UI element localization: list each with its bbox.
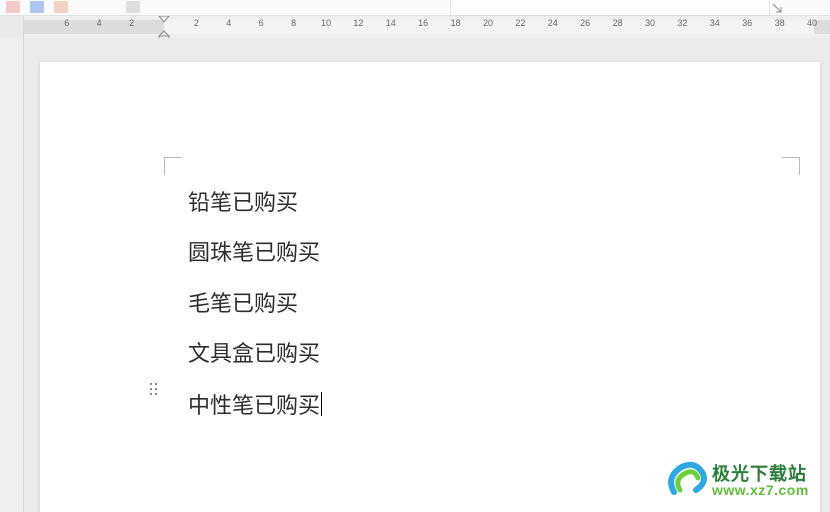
ruler-tick: 24 bbox=[548, 18, 558, 28]
paragraph[interactable]: 铅笔已购买 bbox=[188, 190, 760, 216]
ruler-tick: 4 bbox=[97, 18, 102, 28]
hanging-indent-marker[interactable] bbox=[158, 30, 170, 38]
ruler-tick: 22 bbox=[515, 18, 525, 28]
ruler-tick: 18 bbox=[451, 18, 461, 28]
toolbar-combobox-frame[interactable] bbox=[450, 0, 770, 15]
paragraph[interactable]: 毛笔已购买 bbox=[188, 291, 760, 317]
ruler-tick: 14 bbox=[386, 18, 396, 28]
document-viewport[interactable]: 铅笔已购买圆珠笔已购买毛笔已购买文具盒已购买中性笔已购买 bbox=[24, 38, 830, 512]
ruler-tick: 30 bbox=[645, 18, 655, 28]
ruler-tick: 38 bbox=[775, 18, 785, 28]
ruler-tick: 8 bbox=[291, 18, 296, 28]
ruler-tick: 4 bbox=[226, 18, 231, 28]
ruler-tick: 6 bbox=[259, 18, 264, 28]
document-content[interactable]: 铅笔已购买圆珠笔已购买毛笔已购买文具盒已购买中性笔已购买 bbox=[188, 190, 760, 419]
toolbar-strip bbox=[0, 0, 830, 16]
vertical-ruler[interactable] bbox=[0, 38, 24, 512]
paragraph[interactable]: 中性笔已购买 bbox=[188, 392, 760, 419]
text-cursor bbox=[321, 392, 322, 416]
page[interactable]: 铅笔已购买圆珠笔已购买毛笔已购买文具盒已购买中性笔已购买 bbox=[40, 62, 820, 512]
ruler-tick: 12 bbox=[353, 18, 363, 28]
paragraph[interactable]: 圆珠笔已购买 bbox=[188, 240, 760, 266]
ruler-tick: 40 bbox=[807, 18, 817, 28]
ruler-area: 642246810121416182022242628303234363840 bbox=[0, 16, 830, 38]
ruler-tick: 2 bbox=[194, 18, 199, 28]
ruler-tick: 2 bbox=[129, 18, 134, 28]
ruler-corner bbox=[0, 16, 24, 38]
ruler-tick: 26 bbox=[580, 18, 590, 28]
ruler-tick: 20 bbox=[483, 18, 493, 28]
ruler-tick: 36 bbox=[742, 18, 752, 28]
ruler-tick: 10 bbox=[321, 18, 331, 28]
ruler-tick: 32 bbox=[677, 18, 687, 28]
paragraph-drag-handle[interactable] bbox=[148, 382, 160, 396]
first-line-indent-marker[interactable] bbox=[158, 16, 170, 23]
toolbar-expand-icon[interactable] bbox=[772, 3, 782, 13]
ruler-tick: 34 bbox=[710, 18, 720, 28]
ruler-tick: 6 bbox=[64, 18, 69, 28]
workspace: 铅笔已购买圆珠笔已购买毛笔已购买文具盒已购买中性笔已购买 极光下载站 www.x… bbox=[0, 38, 830, 512]
horizontal-ruler[interactable]: 642246810121416182022242628303234363840 bbox=[24, 16, 830, 38]
ruler-tick: 28 bbox=[613, 18, 623, 28]
ruler-tick: 16 bbox=[418, 18, 428, 28]
paragraph[interactable]: 文具盒已购买 bbox=[188, 341, 760, 367]
margin-corner-top-left bbox=[164, 157, 182, 175]
margin-corner-top-right bbox=[782, 157, 800, 175]
